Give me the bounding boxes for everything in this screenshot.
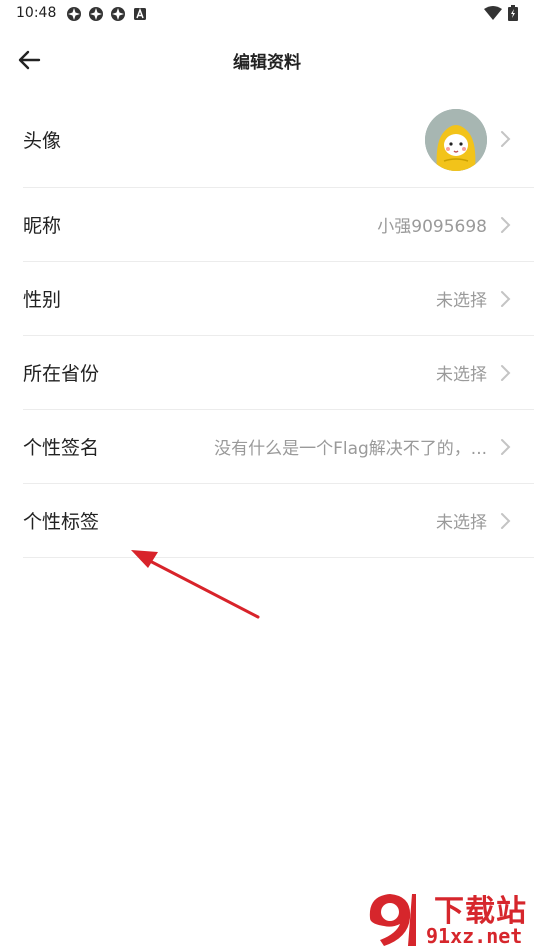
- row-avatar-label: 头像: [23, 129, 62, 152]
- row-province[interactable]: 所在省份 未选择: [23, 336, 534, 410]
- status-icons-left: [66, 6, 148, 22]
- watermark: 下载站 91xz.net: [360, 884, 534, 950]
- row-tags-value: 未选择: [436, 513, 487, 533]
- row-avatar[interactable]: 头像: [23, 91, 534, 188]
- app-notification-icon: [89, 7, 103, 21]
- battery-charging-icon: [508, 5, 518, 21]
- row-gender-value: 未选择: [436, 291, 487, 311]
- text-a-icon: [134, 7, 146, 20]
- row-nickname-label: 昵称: [23, 215, 62, 237]
- chevron-right-icon: [501, 438, 511, 455]
- avatar-image: [425, 109, 487, 171]
- wifi-icon: [484, 6, 502, 20]
- row-nickname[interactable]: 昵称 小强9095698: [23, 188, 534, 262]
- row-signature[interactable]: 个性签名 没有什么是一个Flag解决不了的，...: [23, 410, 534, 484]
- chevron-right-icon: [501, 290, 511, 307]
- row-province-label: 所在省份: [23, 363, 100, 385]
- chevron-right-icon: [501, 364, 511, 381]
- page-title: 编辑资料: [233, 53, 301, 73]
- chevron-right-icon: [501, 512, 511, 529]
- row-signature-value: 没有什么是一个Flag解决不了的，...: [214, 439, 487, 459]
- row-gender[interactable]: 性别 未选择: [23, 262, 534, 336]
- row-nickname-value: 小强9095698: [377, 217, 487, 237]
- chevron-right-icon: [501, 216, 511, 233]
- status-icons-right: [484, 5, 518, 21]
- row-gender-label: 性别: [23, 289, 62, 311]
- chevron-right-icon: [501, 131, 511, 147]
- profile-settings-list: 头像 昵称 小强9095698 性别 未选择 所在省份 未选择 个性签名 没有什…: [23, 91, 534, 558]
- status-time: 10:48: [16, 5, 57, 21]
- watermark-logo: [369, 894, 416, 946]
- row-tags[interactable]: 个性标签 未选择: [23, 484, 534, 558]
- row-tags-label: 个性标签: [23, 511, 100, 533]
- avatar[interactable]: [425, 109, 487, 171]
- header: 编辑资料: [0, 38, 534, 82]
- app-notification-icon: [67, 7, 81, 21]
- row-province-value: 未选择: [436, 365, 487, 385]
- app-notification-icon: [111, 7, 125, 21]
- row-signature-label: 个性签名: [23, 437, 100, 459]
- status-bar: 10:48: [0, 0, 534, 28]
- watermark-url: 91xz.net: [426, 924, 523, 948]
